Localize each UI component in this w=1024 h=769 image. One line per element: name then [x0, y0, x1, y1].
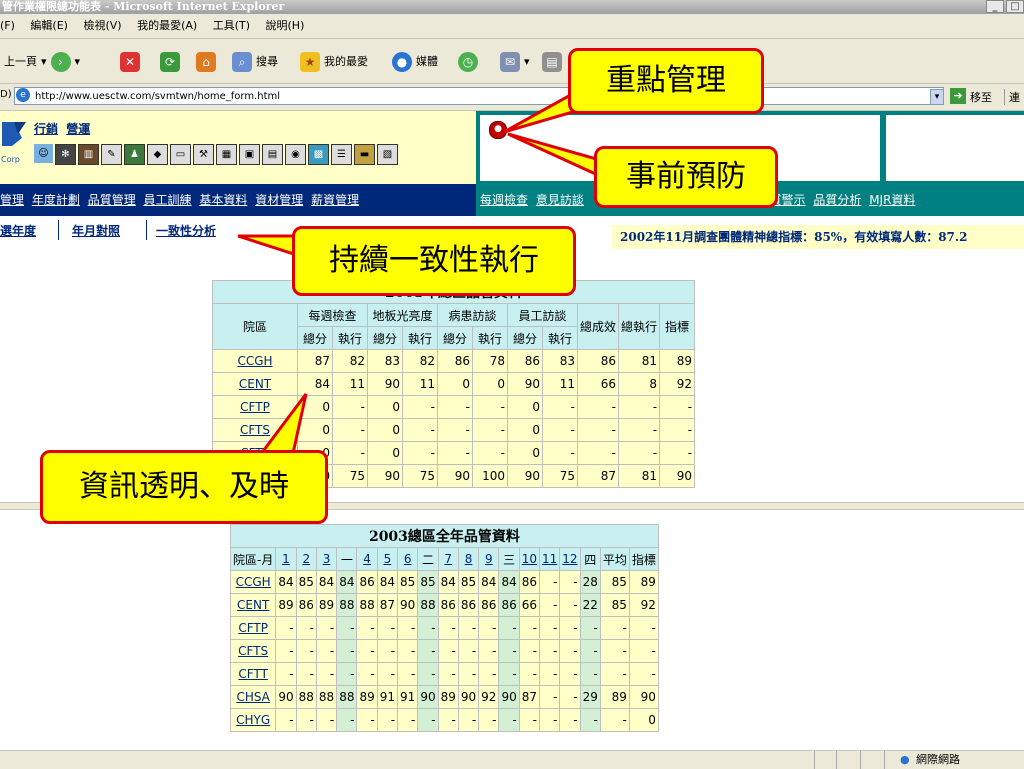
- callout2-pointer: [507, 132, 602, 179]
- callout-consistent-execution: 持續一致性執行: [292, 226, 576, 296]
- callout-pointers: [237, 90, 605, 460]
- callout-key-management: 重點管理: [568, 48, 764, 114]
- callout-prevention: 事前預防: [594, 146, 778, 208]
- callout-transparent-info: 資訊透明、及時: [40, 450, 328, 524]
- callout4-pointer: [255, 393, 308, 460]
- callout3-pointer: [237, 234, 302, 259]
